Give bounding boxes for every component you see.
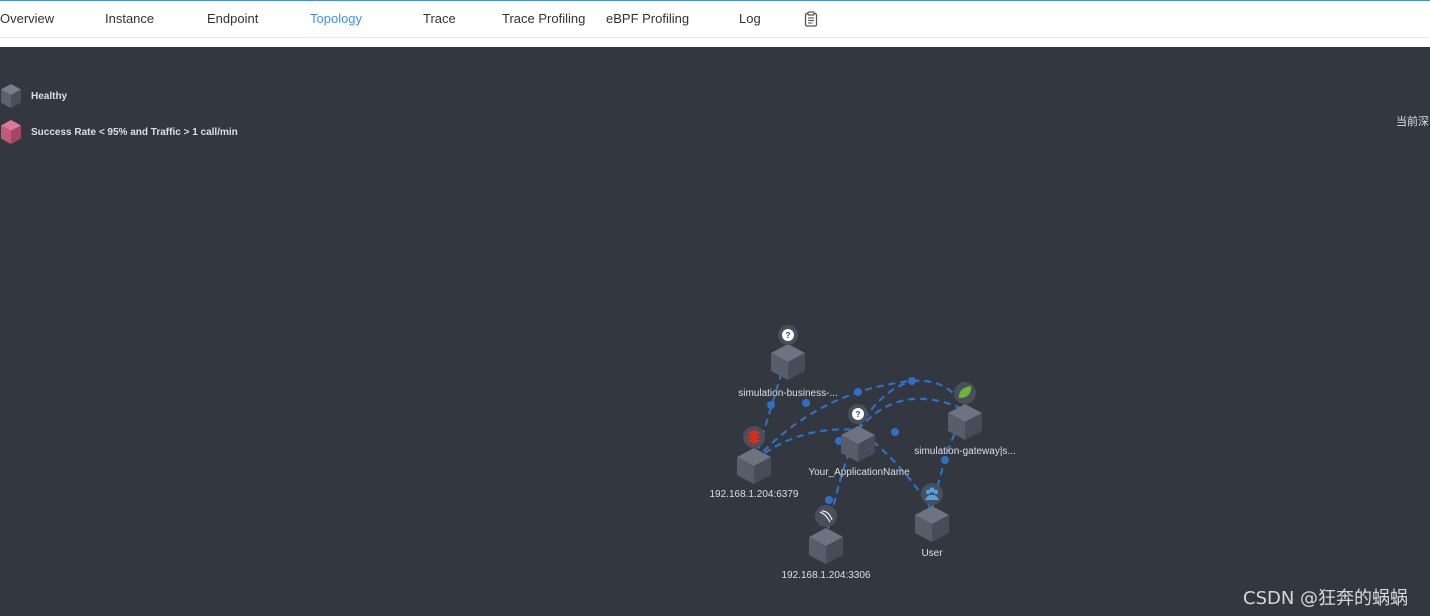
tab-log[interactable]: Log xyxy=(739,11,761,26)
node-label: Your_ApplicationName xyxy=(808,467,910,478)
edge-midpoint xyxy=(825,496,833,504)
top-navigation-bar: Overview Instance Endpoint Topology Trac… xyxy=(0,0,1430,38)
tab-topology[interactable]: Topology xyxy=(310,11,362,26)
node-label: simulation-gateway|s... xyxy=(914,446,1016,457)
tab-trace-profiling[interactable]: Trace Profiling xyxy=(502,11,585,26)
node-label: 192.168.1.204:6379 xyxy=(710,489,799,500)
topology-canvas[interactable]: Healthy Success Rate < 95% and Traffic >… xyxy=(0,47,1430,616)
svg-text:?: ? xyxy=(856,410,861,419)
tab-ebpf-profiling[interactable]: eBPF Profiling xyxy=(606,11,689,26)
edge-midpoint xyxy=(941,456,949,464)
edge-midpoint xyxy=(767,401,775,409)
node-label: simulation-business-... xyxy=(738,388,837,399)
edge-midpoint xyxy=(854,388,862,396)
node-user[interactable]: User xyxy=(915,483,949,559)
edge-midpoint xyxy=(891,428,899,436)
tab-trace[interactable]: Trace xyxy=(423,11,456,26)
node-label: 192.168.1.204:3306 xyxy=(782,570,871,581)
edge-midpoint xyxy=(802,399,810,407)
node-simulation-gateway[interactable]: simulation-gateway|s... xyxy=(914,382,1016,457)
topology-graph: ? simulation-business-... 192.168.1.204:… xyxy=(710,325,1016,581)
tab-instance[interactable]: Instance xyxy=(105,11,154,26)
watermark-text: CSDN @狂奔的蜗蜗 xyxy=(1243,588,1409,609)
svg-text:?: ? xyxy=(786,331,791,340)
tab-endpoint[interactable]: Endpoint xyxy=(207,11,258,26)
edge-midpoint xyxy=(908,377,916,385)
node-your-application[interactable]: ? Your_ApplicationName xyxy=(808,404,910,478)
node-label: User xyxy=(921,548,943,559)
node-simulation-business[interactable]: ? simulation-business-... xyxy=(738,325,838,399)
edge-app-gateway xyxy=(857,379,913,431)
node-mysql[interactable]: 192.168.1.204:3306 xyxy=(782,505,871,581)
node-redis[interactable]: 192.168.1.204:6379 xyxy=(710,426,799,500)
clipboard-icon[interactable] xyxy=(804,11,818,27)
tab-overview[interactable]: Overview xyxy=(0,11,54,26)
